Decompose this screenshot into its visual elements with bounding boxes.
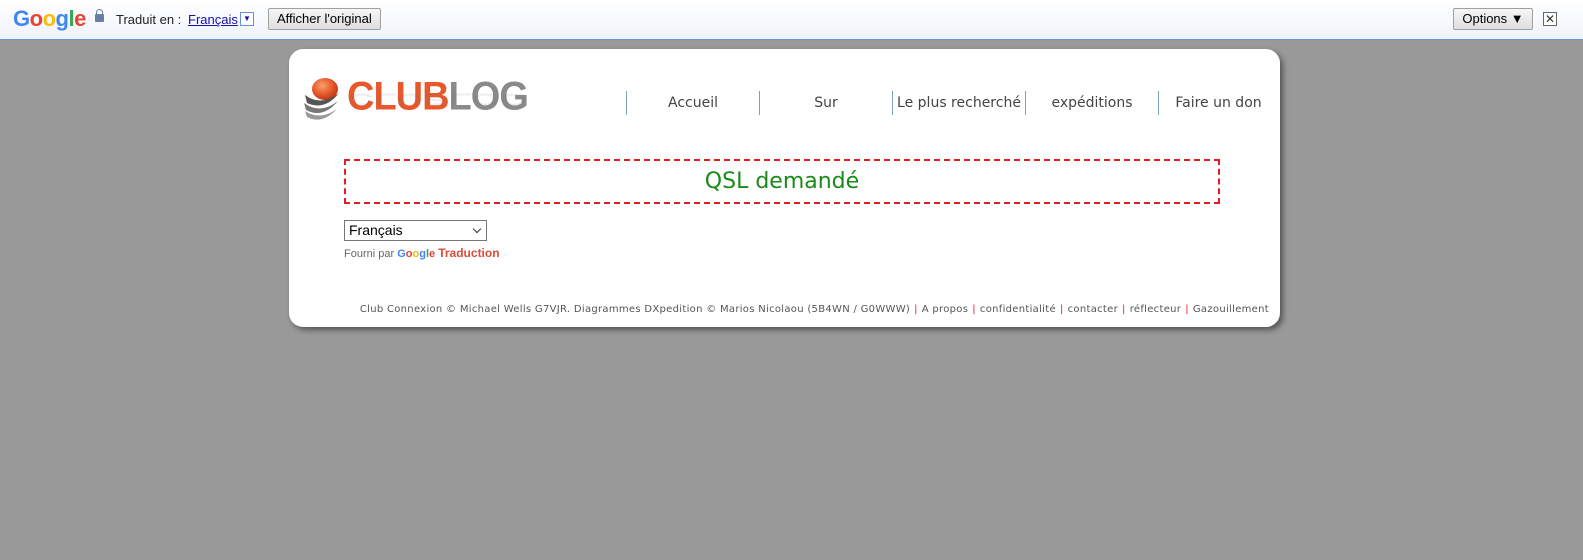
logo-letter: g — [419, 248, 426, 260]
status-message: QSL demandé — [344, 159, 1220, 204]
powered-by-label: Fourni par — [344, 248, 395, 260]
nav-item-donate[interactable]: Faire un don — [1158, 91, 1278, 115]
footer-separator: | — [1122, 304, 1126, 315]
logo-letter: g — [55, 6, 69, 31]
google-small-logo[interactable]: Google — [397, 248, 435, 260]
show-original-button[interactable]: Afficher l'original — [268, 8, 381, 30]
language-select-value: Français — [349, 222, 403, 238]
logo-reflection-club: CLUB — [347, 89, 449, 109]
globe-swoosh-icon — [304, 78, 339, 120]
chevron-down-icon — [472, 224, 482, 234]
logo-letter: o — [42, 6, 56, 31]
options-button[interactable]: Options ▼ — [1453, 8, 1533, 30]
footer-link-about[interactable]: A propos — [922, 304, 968, 315]
footer-separator: | — [1059, 304, 1064, 315]
logo-letter: o — [405, 248, 413, 260]
footer-link-reflector[interactable]: réflecteur — [1130, 304, 1182, 315]
close-icon[interactable]: ✕ — [1543, 12, 1557, 26]
logo-letter: G — [13, 6, 30, 31]
footer-link-privacy[interactable]: confidentialité — [980, 304, 1056, 315]
footer-link-twitter[interactable]: Gazouillement — [1193, 304, 1269, 315]
footer-separator: | — [972, 304, 976, 315]
language-dropdown-icon[interactable]: ▼ — [240, 12, 254, 26]
translate-link[interactable]: Traduction — [438, 246, 499, 260]
translate-bar: Google Traduit en : Français ▼ Afficher … — [0, 0, 1583, 40]
footer: Club Connexion © Michael Wells G7VJR. Di… — [360, 304, 1269, 315]
main-card: CLUBLOG CLUBLOG Accueil Sur Le plus rech… — [289, 49, 1280, 327]
nav-item-accueil[interactable]: Accueil — [626, 91, 759, 115]
google-logo[interactable]: Google — [13, 6, 86, 32]
footer-link-contact[interactable]: contacter — [1068, 304, 1118, 315]
powered-by-google-translate: Fourni par Google Traduction — [344, 246, 500, 260]
footer-copyright: Club Connexion © Michael Wells G7VJR. Di… — [359, 304, 911, 315]
logo-letter: o — [29, 6, 43, 31]
footer-separator: | — [914, 304, 918, 315]
logo-letter: e — [429, 248, 436, 260]
logo-reflection-log: LOG — [448, 89, 528, 109]
translated-to-label: Traduit en : — [116, 12, 182, 27]
nav-item-most-wanted[interactable]: Le plus recherché — [892, 91, 1025, 115]
target-language-link[interactable]: Français — [188, 12, 238, 27]
logo-letter: e — [74, 6, 86, 31]
logo-reflection: CLUBLOG — [347, 89, 528, 109]
main-nav: Accueil Sur Le plus recherché expédition… — [626, 91, 1278, 115]
nav-item-sur[interactable]: Sur — [759, 91, 892, 115]
footer-separator: | — [1185, 304, 1189, 315]
lock-icon — [95, 9, 104, 22]
language-select[interactable]: Français — [344, 220, 487, 241]
clublog-logo[interactable]: CLUBLOG CLUBLOG — [303, 75, 529, 131]
nav-item-expeditions[interactable]: expéditions — [1025, 91, 1158, 115]
logo-letter: G — [397, 248, 406, 260]
